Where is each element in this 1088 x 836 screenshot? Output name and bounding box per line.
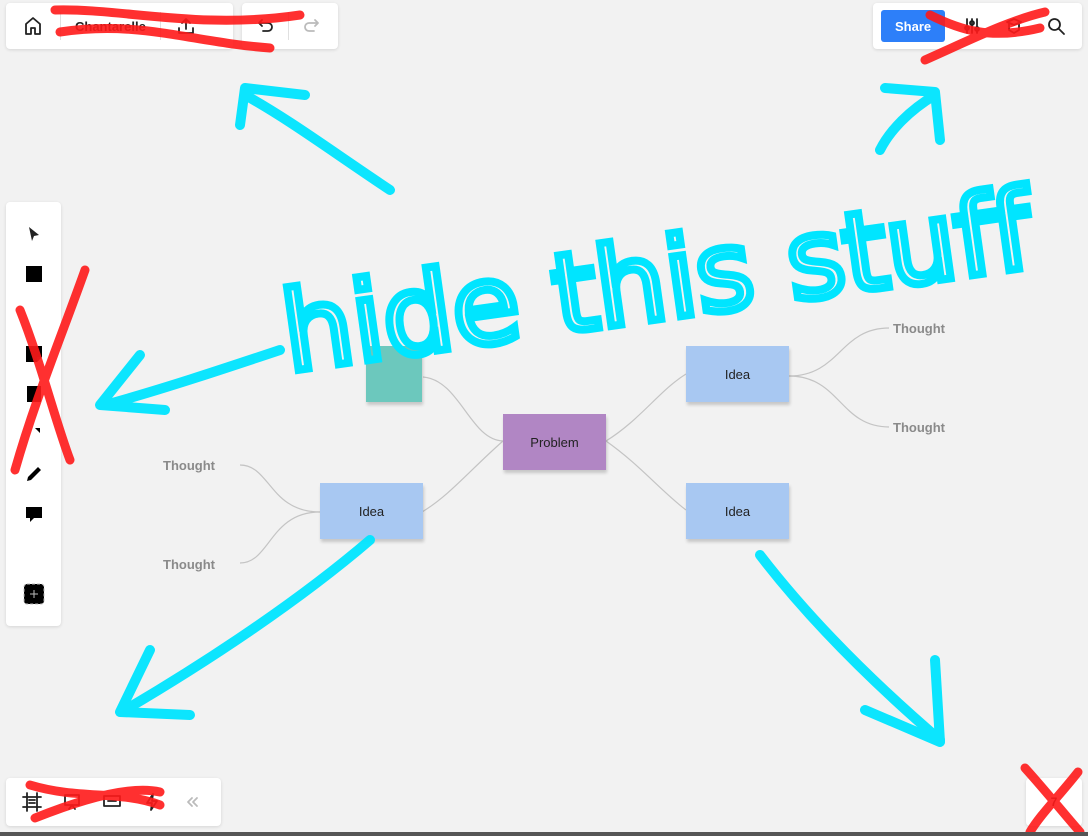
comment-icon[interactable]	[6, 494, 61, 534]
idea-sticky-note[interactable]: Idea	[686, 346, 789, 402]
thought-label[interactable]: Thought	[893, 321, 945, 336]
idea-sticky-note[interactable]: Idea	[686, 483, 789, 539]
top-right-toolbar: Share	[873, 3, 1082, 49]
left-toolbar	[6, 202, 61, 626]
chat-icon[interactable]	[92, 778, 132, 826]
home-icon[interactable]	[6, 3, 60, 49]
share-button[interactable]: Share	[881, 10, 946, 42]
sticky-note-icon[interactable]	[6, 334, 61, 374]
settings-sliders-icon[interactable]	[951, 3, 993, 49]
bottom-toolbar	[6, 778, 221, 826]
export-icon[interactable]	[161, 3, 211, 49]
board-name[interactable]: Chantarelle	[61, 19, 160, 34]
upload-icon[interactable]	[6, 254, 61, 294]
problem-sticky-note[interactable]: Problem	[503, 414, 606, 470]
frames-icon[interactable]	[12, 778, 52, 826]
frame-icon[interactable]	[6, 534, 61, 574]
more-tools-icon[interactable]	[6, 574, 61, 614]
learning-center-icon[interactable]	[993, 3, 1035, 49]
select-icon[interactable]	[6, 214, 61, 254]
zoom-indicator[interactable]: 7	[1026, 778, 1082, 826]
thought-label[interactable]: Thought	[893, 420, 945, 435]
undo-icon[interactable]	[242, 3, 288, 49]
redo-icon[interactable]	[289, 3, 335, 49]
thought-label[interactable]: Thought	[163, 458, 215, 473]
undo-redo-toolbar	[242, 3, 338, 49]
top-left-toolbar: Chantarelle	[6, 3, 233, 49]
presentation-icon[interactable]	[52, 778, 92, 826]
search-icon[interactable]	[1035, 3, 1077, 49]
collapse-icon[interactable]	[172, 778, 212, 826]
line-icon[interactable]	[6, 414, 61, 454]
text-icon[interactable]	[6, 294, 61, 334]
idea-sticky-note[interactable]: Idea	[320, 483, 423, 539]
shape-icon[interactable]	[6, 374, 61, 414]
window-bottom-edge	[0, 832, 1088, 836]
lightning-icon[interactable]	[132, 778, 172, 826]
thought-label[interactable]: Thought	[163, 557, 215, 572]
teal-sticky-note[interactable]	[366, 346, 422, 402]
pen-icon[interactable]	[6, 454, 61, 494]
